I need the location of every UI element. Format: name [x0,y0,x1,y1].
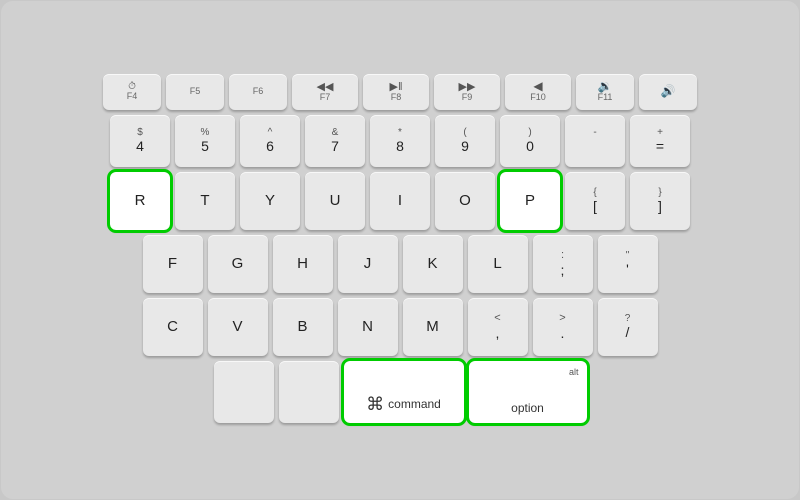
command-symbol-icon: ⌘ [366,394,384,415]
keyboard: ⏱ F4 F5 F6 ◀◀ F7 ▶‖ F8 ▶▶ F9 ◀ F10 🔉 F11 [1,1,799,499]
key-o[interactable]: O [435,172,495,230]
key-f11[interactable]: 🔉 F11 [576,74,634,110]
key-f4[interactable]: ⏱ F4 [103,74,161,110]
qwerty-row: R T Y U I O P { [ } ] [15,172,785,230]
key-f8[interactable]: ▶‖ F8 [363,74,429,110]
key-quote[interactable]: " ' [598,235,658,293]
key-ampersand[interactable]: & 7 [305,115,365,167]
asdf-row: F G H J K L : ; " ' [15,235,785,293]
key-l[interactable]: L [468,235,528,293]
key-f12[interactable]: 🔊 [639,74,697,110]
key-caret[interactable]: ^ 6 [240,115,300,167]
key-t[interactable]: T [175,172,235,230]
key-f5[interactable]: F5 [166,74,224,110]
key-command[interactable]: ⌘ command [344,361,464,423]
key-h[interactable]: H [273,235,333,293]
key-semicolon[interactable]: : ; [533,235,593,293]
number-row: $ 4 % 5 ^ 6 & 7 * 8 ( 9 ) 0 - [15,115,785,167]
key-f10[interactable]: ◀ F10 [505,74,571,110]
key-f7[interactable]: ◀◀ F7 [292,74,358,110]
key-f9[interactable]: ▶▶ F9 [434,74,500,110]
key-fn[interactable] [214,361,274,423]
key-r[interactable]: R [110,172,170,230]
key-c[interactable]: C [143,298,203,356]
key-rparen[interactable]: ) 0 [500,115,560,167]
key-j[interactable]: J [338,235,398,293]
key-b[interactable]: B [273,298,333,356]
key-asterisk[interactable]: * 8 [370,115,430,167]
space-row: ⌘ command alt option [15,361,785,423]
key-m[interactable]: M [403,298,463,356]
key-percent[interactable]: % 5 [175,115,235,167]
key-dollar[interactable]: $ 4 [110,115,170,167]
key-lbracket[interactable]: { [ [565,172,625,230]
key-u[interactable]: U [305,172,365,230]
key-y[interactable]: Y [240,172,300,230]
key-n[interactable]: N [338,298,398,356]
key-k[interactable]: K [403,235,463,293]
command-label: command [388,397,441,411]
key-lparen[interactable]: ( 9 [435,115,495,167]
alt-label: alt [569,367,579,377]
key-option[interactable]: alt option [469,361,587,423]
key-i[interactable]: I [370,172,430,230]
key-minus[interactable]: - [565,115,625,167]
key-ctrl[interactable] [279,361,339,423]
key-period[interactable]: > . [533,298,593,356]
key-g[interactable]: G [208,235,268,293]
key-v[interactable]: V [208,298,268,356]
key-comma[interactable]: < , [468,298,528,356]
key-plus[interactable]: + = [630,115,690,167]
key-slash[interactable]: ? / [598,298,658,356]
key-f6[interactable]: F6 [229,74,287,110]
key-f[interactable]: F [143,235,203,293]
option-label: option [511,401,544,415]
zxcv-row: C V B N M < , > . ? / [15,298,785,356]
function-row: ⏱ F4 F5 F6 ◀◀ F7 ▶‖ F8 ▶▶ F9 ◀ F10 🔉 F11 [15,74,785,110]
key-rbracket[interactable]: } ] [630,172,690,230]
key-p[interactable]: P [500,172,560,230]
